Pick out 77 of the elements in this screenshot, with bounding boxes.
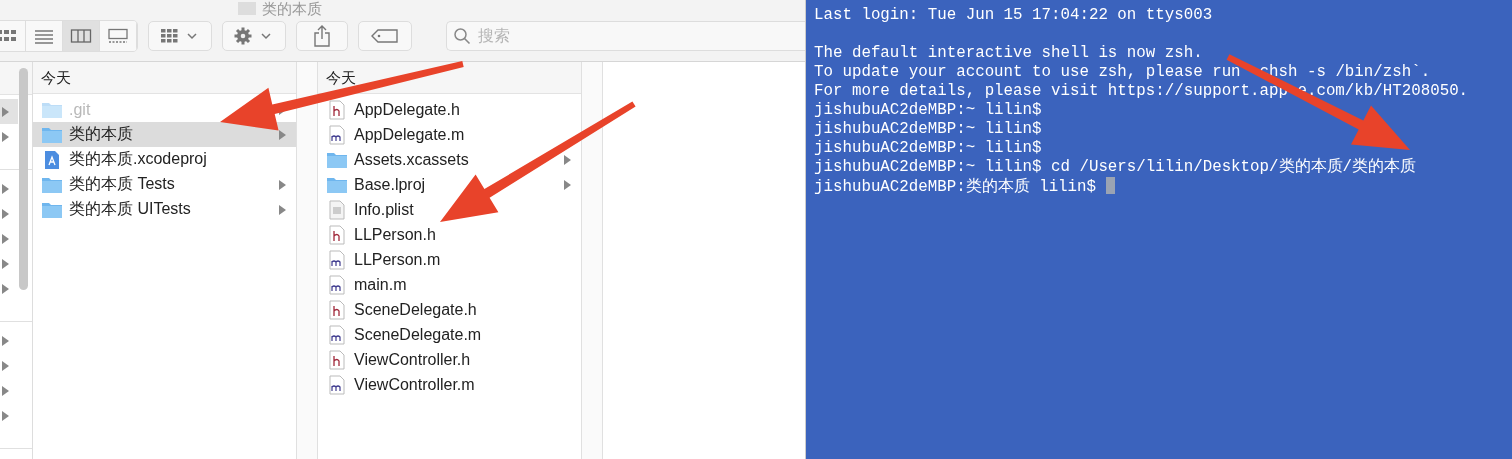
file-row[interactable]: AppDelegate.h — [318, 97, 581, 122]
text-cursor — [1105, 177, 1115, 194]
list-icon — [33, 27, 55, 44]
view-mode-segmented-control[interactable] — [0, 19, 138, 52]
terminal-text: The default interactive shell is now zsh. — [814, 44, 1203, 62]
disclosure-icon — [2, 233, 9, 244]
disclosure-icon — [2, 106, 9, 117]
folder-icon — [326, 175, 348, 194]
scrollbar[interactable] — [19, 68, 28, 290]
terminal-text: Last login: Tue Jun 15 17:04:22 on ttys003 — [814, 6, 1213, 24]
grid-dropdown-icon — [160, 27, 200, 44]
m-file-icon — [326, 274, 348, 295]
m-file-icon — [326, 324, 348, 345]
resize-gutter[interactable] — [582, 62, 603, 459]
file-row[interactable]: ViewController.h — [318, 347, 581, 372]
share-button[interactable] — [296, 20, 348, 51]
disclosure-icon — [2, 410, 9, 421]
file-row[interactable]: ViewController.m — [318, 372, 581, 397]
group-button[interactable] — [148, 20, 212, 51]
file-row[interactable]: AppDelegate.m — [318, 122, 581, 147]
search-field[interactable]: 搜索 — [446, 20, 805, 51]
document-icon — [326, 199, 348, 220]
tag-button[interactable] — [358, 20, 412, 51]
disclosure-icon — [2, 360, 9, 371]
terminal-text: e.com/kb/HT208050. — [1297, 82, 1469, 100]
file-row[interactable]: main.m — [318, 272, 581, 297]
file-row[interactable]: SceneDelegate.h — [318, 297, 581, 322]
folder-icon — [326, 150, 348, 169]
window-title: 类的本质 — [238, 0, 322, 17]
m-file-icon — [326, 249, 348, 270]
resize-gutter[interactable] — [297, 62, 318, 459]
terminal-prompt: jishubuAC2deMBP:类的本质 lilin$ — [814, 178, 1098, 196]
disclosure-icon — [2, 258, 9, 269]
h-file-icon — [326, 224, 348, 245]
file-row[interactable]: LLPerson.m — [318, 247, 581, 272]
file-row[interactable]: Info.plist — [318, 197, 581, 222]
h-file-icon — [326, 349, 348, 370]
column-header: 今天 — [33, 62, 296, 94]
column-view-button[interactable] — [63, 20, 100, 51]
search-icon — [453, 26, 471, 45]
columns-icon — [70, 27, 92, 44]
gallery-view-button[interactable] — [100, 20, 137, 51]
disclosure-icon — [2, 131, 9, 142]
folder-icon — [41, 175, 63, 194]
settings-button[interactable] — [222, 20, 286, 51]
file-row[interactable]: 类的本质 — [33, 122, 296, 147]
folder-icon — [41, 100, 63, 119]
terminal-text: jishubuAC2deMBP:~ lilin$ cd /Users/lilin/Desktop/类的本质/类的本质 — [814, 158, 1416, 176]
disclosure-icon — [2, 335, 9, 346]
grid-icon — [0, 27, 18, 44]
disclosure-icon — [2, 283, 9, 294]
terminal-text: jishubuAC2deMBP:~ lilin$ — [814, 139, 1042, 157]
share-icon — [313, 24, 331, 47]
icon-view-button[interactable] — [0, 20, 26, 51]
h-file-icon — [326, 99, 348, 120]
h-file-icon — [326, 299, 348, 320]
list-view-button[interactable] — [26, 20, 63, 51]
gallery-icon — [107, 27, 129, 44]
file-row[interactable]: LLPerson.h — [318, 222, 581, 247]
file-row[interactable]: 类的本质.xcodeproj — [33, 147, 296, 172]
file-row[interactable]: 类的本质 UITests — [33, 197, 296, 222]
terminal-text: To update your account to use zsh, please run — [814, 63, 1242, 81]
folder-icon — [41, 200, 63, 219]
m-file-icon — [326, 374, 348, 395]
sidebar-row[interactable] — [0, 99, 18, 124]
terminal-text: jishubuAC2deMBP:~ lilin$ — [814, 120, 1042, 138]
tag-icon — [371, 28, 399, 43]
file-row[interactable]: SceneDelegate.m — [318, 322, 581, 347]
disclosure-icon — [2, 385, 9, 396]
disclosure-icon — [2, 183, 9, 194]
m-file-icon — [326, 124, 348, 145]
terminal-text: jishubuAC2deMBP:~ lilin$ — [814, 101, 1042, 119]
file-row[interactable]: 类的本质 Tests — [33, 172, 296, 197]
disclosure-icon — [2, 208, 9, 219]
terminal-text: For more details, please visit https://support.app — [814, 82, 1288, 100]
gear-dropdown-icon — [234, 26, 274, 45]
folder-icon — [41, 125, 63, 144]
